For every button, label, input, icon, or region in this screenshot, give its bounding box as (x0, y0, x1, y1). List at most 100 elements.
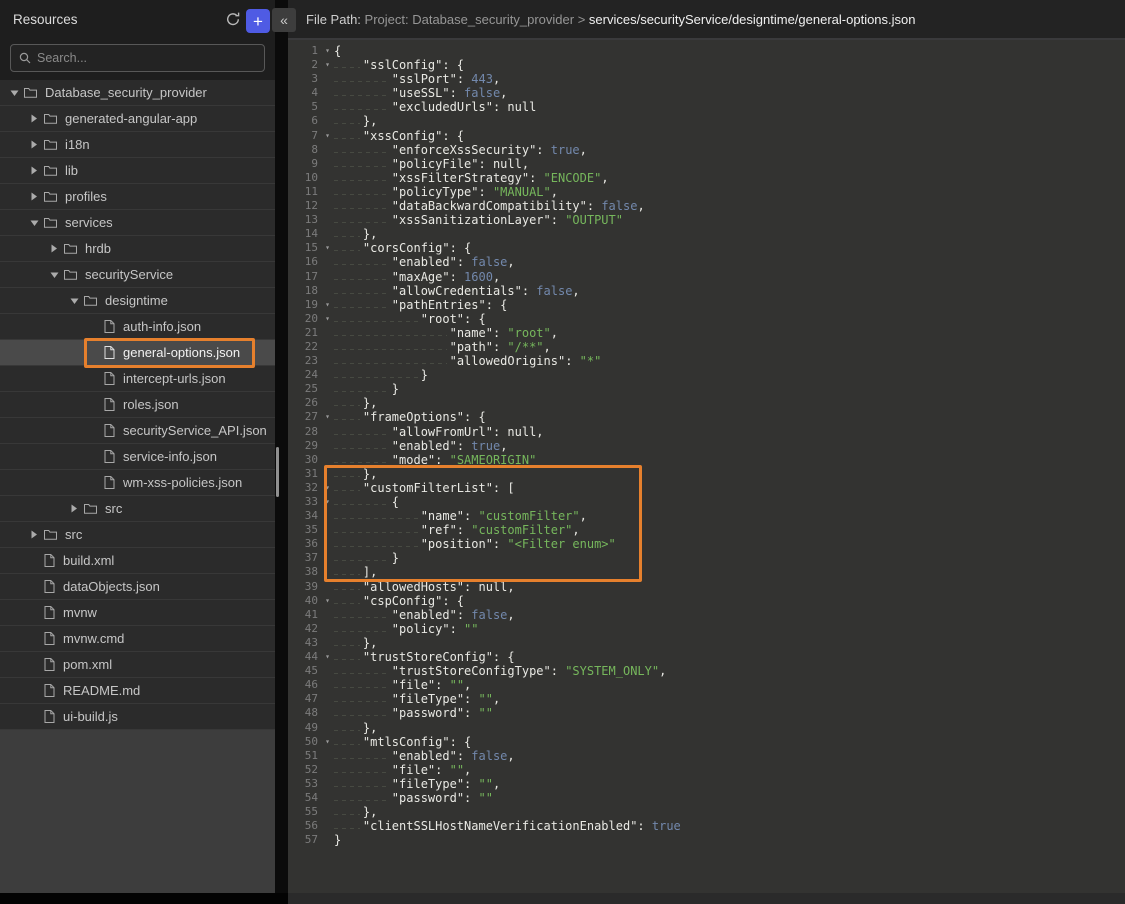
line-number-text: 45 (305, 664, 318, 677)
fold-arrow-icon[interactable]: ▾ (325, 650, 330, 664)
chevron-right-icon[interactable] (50, 244, 64, 253)
fold-arrow-icon[interactable]: ▾ (325, 495, 330, 509)
indent-guide (334, 199, 392, 213)
code-lines[interactable]: {"sslConfig": {"sslPort": 443,"useSSL": … (332, 44, 1125, 893)
tree-item-pom.xml[interactable]: pom.xml (0, 652, 275, 678)
chevron-down-icon[interactable] (50, 271, 64, 279)
tree-item-designtime[interactable]: designtime (0, 288, 275, 314)
tree-item-roles.json[interactable]: roles.json (0, 392, 275, 418)
line-number: 52 (288, 763, 332, 777)
line-number: 43 (288, 636, 332, 650)
code-line: { (334, 44, 1125, 58)
code-line: } (334, 368, 1125, 382)
code-token: , (493, 777, 500, 791)
tree-item-hrdb[interactable]: hrdb (0, 236, 275, 262)
tree-item-services[interactable]: services (0, 210, 275, 236)
line-number: 35 (288, 523, 332, 537)
fold-arrow-icon[interactable]: ▾ (325, 312, 330, 326)
line-number-text: 36 (305, 537, 318, 550)
chevron-right-icon[interactable] (70, 504, 84, 513)
folder-icon (44, 529, 57, 540)
chevron-right-icon[interactable] (30, 140, 44, 149)
add-resource-button[interactable]: + (246, 9, 270, 33)
code-line: "fileType": "", (334, 692, 1125, 706)
code-line: "enabled": true, (334, 439, 1125, 453)
tree-item-generated-angular-app[interactable]: generated-angular-app (0, 106, 275, 132)
search-box[interactable] (10, 44, 265, 72)
indent-guide (334, 706, 392, 720)
refresh-icon (225, 11, 241, 32)
code-token: }, (363, 721, 377, 735)
tree-item-src[interactable]: src (0, 522, 275, 548)
indent-guide (334, 523, 421, 537)
tree-item-ui-build.js[interactable]: ui-build.js (0, 704, 275, 730)
tree-scrollbar-track[interactable] (275, 0, 288, 893)
line-number-text: 40 (305, 594, 318, 607)
tree-item-securityService_API.json[interactable]: securityService_API.json (0, 418, 275, 444)
line-number: 33▾ (288, 495, 332, 509)
fold-arrow-icon[interactable]: ▾ (325, 298, 330, 312)
code-token: "policy": (392, 622, 464, 636)
code-token: , (464, 763, 471, 777)
chevron-right-icon[interactable] (30, 114, 44, 123)
chevron-right-icon[interactable] (30, 192, 44, 201)
fold-arrow-icon[interactable]: ▾ (325, 129, 330, 143)
line-number: 14 (288, 227, 332, 241)
collapse-panel-icon: « (280, 12, 288, 28)
tree-item-label: profiles (65, 189, 107, 204)
search-input[interactable] (37, 51, 256, 65)
app-window: Resources + Database_security_providerge… (0, 0, 1125, 904)
code-line: "policyFile": null, (334, 157, 1125, 171)
line-number-text: 11 (305, 185, 318, 198)
tree-item-src[interactable]: src (0, 496, 275, 522)
tree-item-mvnw.cmd[interactable]: mvnw.cmd (0, 626, 275, 652)
chevron-down-icon[interactable] (70, 297, 84, 305)
chevron-down-icon[interactable] (30, 219, 44, 227)
chevron-down-icon[interactable] (10, 89, 24, 97)
tree-item-dataObjects.json[interactable]: dataObjects.json (0, 574, 275, 600)
line-number-text: 37 (305, 551, 318, 564)
code-line: ], (334, 565, 1125, 579)
tree-item-README.md[interactable]: README.md (0, 678, 275, 704)
fold-arrow-icon[interactable]: ▾ (325, 735, 330, 749)
tree-item-intercept-urls.json[interactable]: intercept-urls.json (0, 366, 275, 392)
tree-item-wm-xss-policies.json[interactable]: wm-xss-policies.json (0, 470, 275, 496)
tree-item-label: lib (65, 163, 78, 178)
indent-guide (334, 453, 392, 467)
code-token: "customFilterList": [ (363, 481, 515, 495)
tree-item-Database_security_provider[interactable]: Database_security_provider (0, 80, 275, 106)
chevron-right-icon[interactable] (30, 166, 44, 175)
collapse-panel-button[interactable]: « (272, 8, 296, 32)
fold-arrow-icon[interactable]: ▾ (325, 241, 330, 255)
code-line: "dataBackwardCompatibility": false, (334, 199, 1125, 213)
tree-item-lib[interactable]: lib (0, 158, 275, 184)
tree-item-profiles[interactable]: profiles (0, 184, 275, 210)
tree-item-i18n[interactable]: i18n (0, 132, 275, 158)
code-line: } (334, 382, 1125, 396)
tree-item-securityService[interactable]: securityService (0, 262, 275, 288)
line-number: 46 (288, 678, 332, 692)
fold-arrow-icon[interactable]: ▾ (325, 594, 330, 608)
code-token: , (551, 185, 558, 199)
code-editor[interactable]: 1▾2▾34567▾89101112131415▾16171819▾20▾212… (288, 40, 1125, 893)
fold-arrow-icon[interactable]: ▾ (325, 481, 330, 495)
refresh-button[interactable] (222, 10, 244, 32)
tree-scrollbar-thumb[interactable] (276, 447, 279, 497)
tree-item-mvnw[interactable]: mvnw (0, 600, 275, 626)
indent-guide (334, 114, 363, 128)
indent-guide (334, 749, 392, 763)
tree-item-build.xml[interactable]: build.xml (0, 548, 275, 574)
code-line: }, (334, 805, 1125, 819)
fold-arrow-icon[interactable]: ▾ (325, 410, 330, 424)
code-token: "name": (421, 509, 479, 523)
tree-item-service-info.json[interactable]: service-info.json (0, 444, 275, 470)
fold-arrow-icon[interactable]: ▾ (325, 58, 330, 72)
tree-item-auth-info.json[interactable]: auth-info.json (0, 314, 275, 340)
chevron-right-icon[interactable] (30, 530, 44, 539)
code-token: "root" (507, 326, 550, 340)
fold-arrow-icon[interactable]: ▾ (325, 44, 330, 58)
tree-item-general-options.json[interactable]: general-options.json (0, 340, 275, 366)
code-token: "policyType": (392, 185, 493, 199)
line-number-text: 50 (305, 735, 318, 748)
code-token: "customFilter" (478, 509, 579, 523)
